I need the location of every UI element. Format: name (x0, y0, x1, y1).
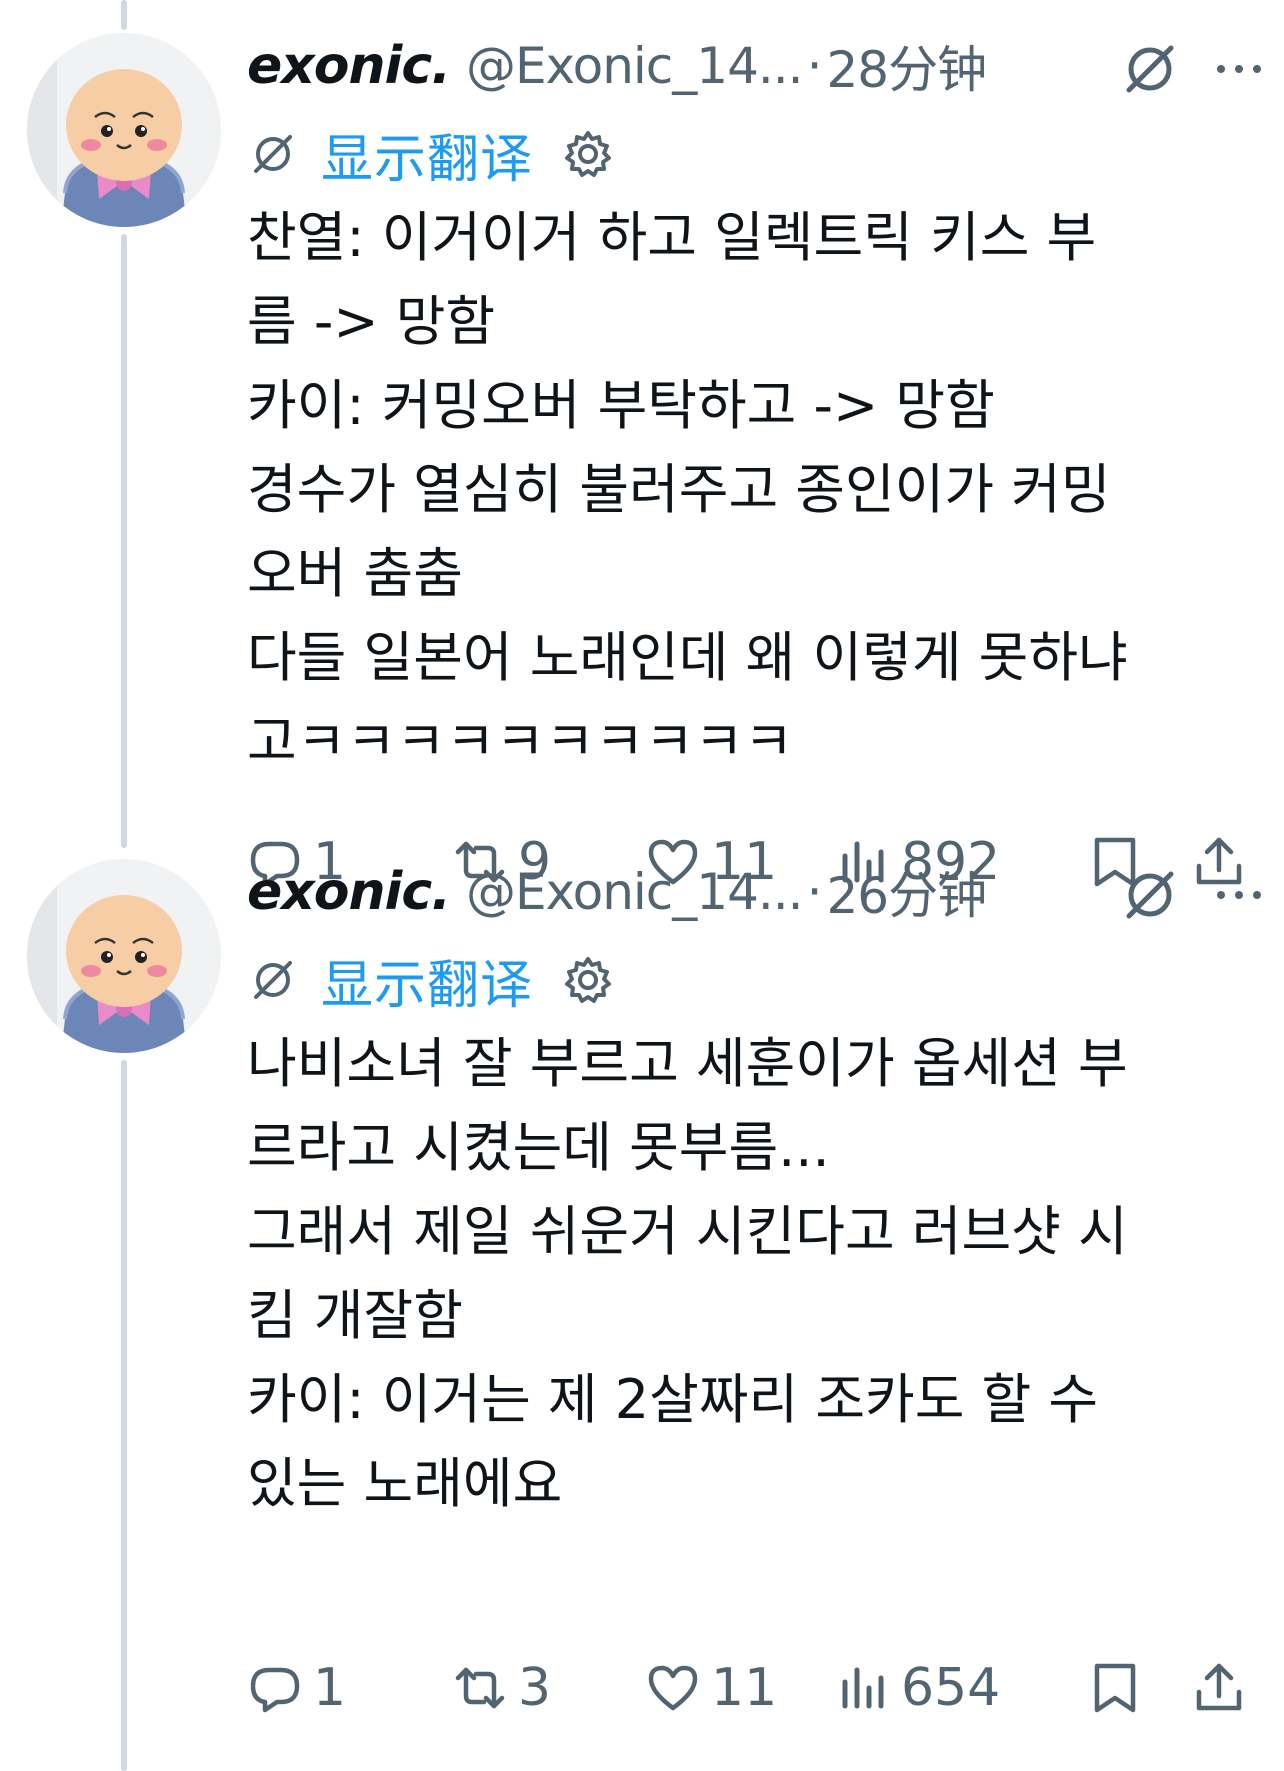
like-icon (648, 1665, 698, 1711)
tweet-2[interactable]: exonic. @Exonic_14... · 26分钟 显示翻译 나비소녀 잘… (0, 826, 1284, 1771)
display-name[interactable]: exonic. (247, 36, 451, 96)
tweet-text: 나비소녀 잘 부르고 세훈이가 옵세션 부 르라고 시켰는데 못부름... 그래… (247, 1022, 1267, 1526)
grok-icon (254, 961, 292, 999)
reply-button[interactable]: 1 (247, 1648, 346, 1728)
avatar[interactable] (27, 33, 221, 227)
more-icon[interactable] (1209, 862, 1269, 928)
tweet-header: exonic. @Exonic_14... · 26分钟 (247, 852, 1267, 932)
settings-icon[interactable] (561, 953, 615, 1007)
tweet-text-line: 카이: 커밍오버 부탁하고 -> 망함 (247, 374, 995, 437)
tweet-text: 찬열: 이거이거 하고 일렉트릭 키스 부 름 -> 망함 카이: 커밍오버 부… (247, 196, 1267, 784)
tweet-text-line: 찬열: 이거이거 하고 일렉트릭 키스 부 (247, 206, 1097, 269)
action-bar: 1 3 11 654 (247, 1648, 1257, 1728)
tweet-text-line: 다들 일본어 노래인데 왜 이렇게 못하냐 (247, 626, 1128, 689)
share-icon (1196, 1663, 1242, 1711)
tweet-text-line: 그래서 제일 쉬운거 시킨다고 러브샷 시 (247, 1200, 1128, 1263)
reply-icon (250, 1667, 300, 1713)
tweet-text-line: 오버 춤춤 (247, 542, 463, 605)
view-count: 654 (901, 1658, 1001, 1718)
tweet-text-line: 카이: 이거는 제 2살짜리 조카도 할 수 (247, 1368, 1099, 1431)
settings-icon[interactable] (561, 127, 615, 181)
show-translation-link[interactable]: 显示翻译 (321, 117, 533, 192)
bookmark-icon (1094, 1663, 1136, 1713)
user-handle[interactable]: @Exonic_14... (466, 863, 804, 921)
separator: · (806, 863, 823, 921)
grok-icon[interactable] (1117, 36, 1183, 102)
grok-icon (254, 135, 292, 173)
tweet-text-line: 경수가 열심히 불러주고 종인이가 커밍 (247, 458, 1111, 521)
repost-button[interactable]: 3 (452, 1648, 551, 1728)
translate-row: 显示翻译 (247, 118, 615, 190)
tweet-text-line: 르라고 시켰는데 못부름... (247, 1116, 830, 1179)
repost-icon (455, 1667, 505, 1709)
timestamp[interactable]: 26分钟 (826, 856, 987, 928)
tweet-text-line: 름 -> 망함 (247, 290, 496, 353)
avatar[interactable] (27, 859, 221, 1053)
reply-count: 1 (313, 1658, 347, 1718)
tweet-text-line: 나비소녀 잘 부르고 세훈이가 옵세션 부 (247, 1032, 1128, 1095)
grok-icon[interactable] (1117, 862, 1183, 928)
timestamp[interactable]: 28分钟 (826, 30, 987, 102)
like-count: 11 (711, 1658, 778, 1718)
like-button[interactable]: 11 (645, 1648, 777, 1728)
views-button[interactable]: 654 (835, 1648, 1000, 1728)
more-icon[interactable] (1209, 36, 1269, 102)
tweet-1[interactable]: exonic. @Exonic_14... · 28分钟 显示翻译 찬열: 이거… (0, 0, 1284, 892)
show-translation-link[interactable]: 显示翻译 (321, 943, 533, 1018)
tweet-text-line: 고ㅋㅋㅋㅋㅋㅋㅋㅋㅋㅋ (247, 710, 794, 773)
repost-count: 3 (518, 1658, 552, 1718)
tweet-header: exonic. @Exonic_14... · 28分钟 (247, 26, 1267, 106)
tweet-text-line: 있는 노래에요 (247, 1452, 563, 1515)
tweet-text-line: 킴 개잘함 (247, 1284, 463, 1347)
bookmark-button[interactable] (1087, 1648, 1143, 1728)
share-button[interactable] (1191, 1648, 1247, 1728)
display-name[interactable]: exonic. (247, 862, 451, 922)
separator: · (806, 37, 823, 95)
user-handle[interactable]: @Exonic_14... (466, 37, 804, 95)
views-icon (842, 1667, 884, 1709)
translate-row: 显示翻译 (247, 944, 615, 1016)
